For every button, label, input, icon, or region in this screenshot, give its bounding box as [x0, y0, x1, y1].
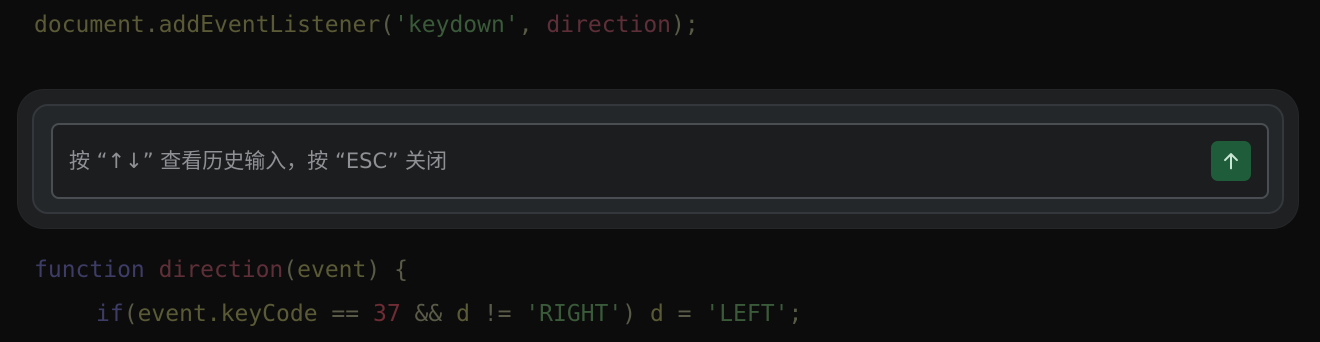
- code-token: &&: [400, 301, 457, 327]
- send-button[interactable]: [1211, 141, 1251, 181]
- chat-input-container[interactable]: [51, 123, 1269, 199]
- code-token: ,: [518, 12, 547, 38]
- code-token: direction: [158, 257, 284, 283]
- code-token: if: [96, 301, 124, 327]
- code-token: 'LEFT': [705, 301, 789, 327]
- arrow-up-icon: [1224, 153, 1238, 170]
- code-token: event.keyCode: [137, 301, 318, 327]
- code-token: =: [663, 301, 706, 327]
- code-token: .: [144, 12, 159, 38]
- code-token: event: [297, 257, 367, 283]
- code-token: direction: [546, 12, 672, 38]
- chat-overlay: [18, 90, 1298, 228]
- code-token: (: [380, 12, 395, 38]
- code-token: (: [283, 257, 298, 283]
- chat-input[interactable]: [53, 125, 1193, 197]
- code-line-add-event-listener: document.addEventListener('keydown', dir…: [34, 10, 699, 40]
- code-token: addEventListener: [158, 12, 381, 38]
- code-token: d: [456, 301, 470, 327]
- code-token: 'keydown': [394, 12, 519, 38]
- code-token: function: [34, 257, 145, 283]
- code-token: ) {: [366, 257, 408, 283]
- code-token: !=: [469, 301, 526, 327]
- code-token: d: [649, 301, 664, 327]
- code-token: 'RIGHT': [525, 301, 623, 327]
- code-line-if-keycode: if(event.keyCode == 37 && d != 'RIGHT') …: [96, 299, 802, 329]
- code-token: (: [123, 301, 138, 327]
- code-token: ;: [788, 301, 803, 327]
- code-token: );: [671, 12, 699, 38]
- code-line-function-direction: function direction(event) {: [34, 255, 408, 285]
- code-token: 37: [372, 301, 401, 327]
- code-token: ): [622, 301, 650, 327]
- chat-panel: [32, 104, 1284, 214]
- code-token: document: [34, 12, 145, 38]
- code-token: ==: [317, 301, 373, 327]
